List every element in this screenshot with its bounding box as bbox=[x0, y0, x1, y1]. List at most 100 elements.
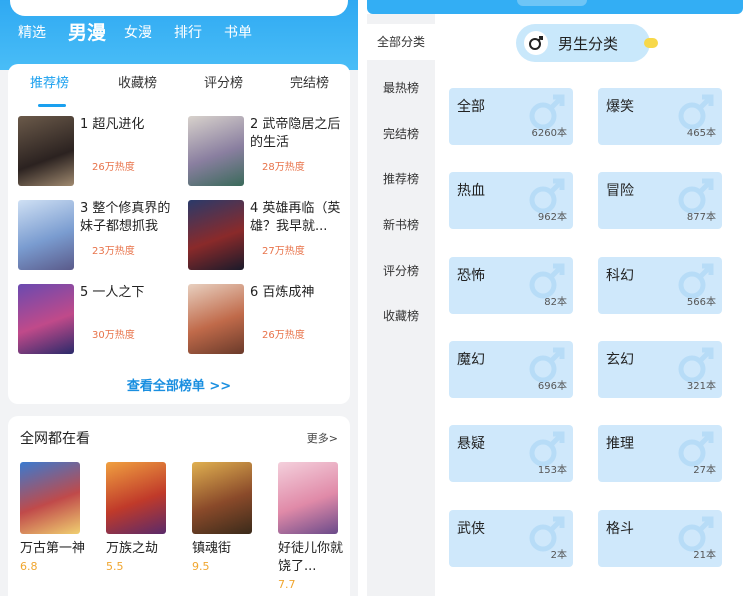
section-title: 全网都在看 bbox=[20, 431, 90, 447]
category-name: 格斗 bbox=[606, 521, 634, 537]
side-nav-recommended[interactable]: 推荐榜 bbox=[367, 170, 435, 187]
rank-number: 3 bbox=[80, 201, 89, 216]
rank-title: 百炼成神 bbox=[262, 285, 315, 300]
category-count: 465本 bbox=[686, 128, 716, 139]
category-card[interactable]: 爆笑 465本 bbox=[598, 88, 722, 145]
comic-cover-image bbox=[192, 462, 252, 534]
rank-heat: 26万热度 bbox=[262, 330, 305, 341]
category-count: 962本 bbox=[537, 212, 567, 223]
side-nav-new-books[interactable]: 新书榜 bbox=[367, 216, 435, 233]
rank-item-text: 2 武帝隐居之后的生活 bbox=[250, 116, 350, 152]
top-tab-bar: 精选 男漫 女漫 排行 书单 bbox=[18, 22, 274, 44]
tab-featured[interactable]: 精选 bbox=[18, 22, 46, 44]
trending-item[interactable]: 万古第一神 6.8 bbox=[20, 462, 92, 573]
side-nav-completed[interactable]: 完结榜 bbox=[367, 125, 435, 142]
tab-female-comics[interactable]: 女漫 bbox=[124, 22, 152, 44]
comic-score: 5.5 bbox=[106, 560, 124, 573]
category-card[interactable]: 热血 962本 bbox=[449, 172, 573, 229]
comic-score: 9.5 bbox=[192, 560, 210, 573]
comic-title: 万族之劫 bbox=[106, 541, 159, 556]
category-count: 82本 bbox=[544, 297, 567, 308]
rank-item[interactable]: 5 一人之下 30万热度 bbox=[18, 284, 183, 356]
search-bar[interactable] bbox=[10, 0, 348, 16]
rank-number: 4 bbox=[250, 201, 259, 216]
category-name: 悬疑 bbox=[457, 436, 485, 452]
tab-favorites-rank[interactable]: 收藏榜 bbox=[118, 72, 157, 91]
trending-item[interactable]: 好徒儿你就饶了... 7.7 bbox=[278, 462, 350, 591]
tab-recommend-rank[interactable]: 推荐榜 bbox=[30, 72, 69, 91]
rank-heat: 23万热度 bbox=[92, 246, 135, 257]
tab-male-comics[interactable]: 男漫 bbox=[68, 22, 106, 44]
category-name: 爆笑 bbox=[606, 99, 634, 115]
category-count: 2本 bbox=[550, 550, 567, 561]
category-name: 科幻 bbox=[606, 268, 634, 284]
category-card[interactable]: 科幻 566本 bbox=[598, 257, 722, 314]
comic-cover-image bbox=[188, 284, 244, 354]
comic-score: 7.7 bbox=[278, 578, 296, 591]
category-count: 696本 bbox=[537, 381, 567, 392]
gender-category-label: 男生分类 bbox=[558, 35, 619, 53]
comic-title: 镇魂街 bbox=[192, 541, 232, 556]
tab-rating-rank[interactable]: 评分榜 bbox=[204, 72, 243, 91]
category-name: 武侠 bbox=[457, 521, 485, 537]
category-count: 6260本 bbox=[531, 128, 567, 139]
category-card[interactable]: 格斗 21本 bbox=[598, 510, 722, 567]
comic-cover-image bbox=[18, 200, 74, 270]
category-count: 566本 bbox=[686, 297, 716, 308]
trending-card: 全网都在看 更多> 万古第一神 6.8 万族之劫 5.5 镇魂街 9.5 好徒儿… bbox=[8, 416, 350, 596]
gender-category-toggle[interactable]: 男生分类 bbox=[516, 24, 650, 62]
category-count: 321本 bbox=[686, 381, 716, 392]
tab-completed-rank[interactable]: 完结榜 bbox=[290, 72, 329, 91]
rank-item[interactable]: 3 整个修真界的妹子都想抓我 23万热度 bbox=[18, 200, 183, 272]
category-name: 玄幻 bbox=[606, 352, 634, 368]
category-name: 推理 bbox=[606, 436, 634, 452]
category-card[interactable]: 魔幻 696本 bbox=[449, 341, 573, 398]
active-tab-indicator bbox=[38, 104, 66, 107]
rank-heat: 26万热度 bbox=[92, 162, 135, 173]
see-all-rankings-link[interactable]: 查看全部榜单 >> bbox=[8, 375, 350, 394]
category-count: 21本 bbox=[693, 550, 716, 561]
more-link[interactable]: 更多> bbox=[307, 430, 338, 446]
rank-heat: 28万热度 bbox=[262, 162, 305, 173]
rank-item[interactable]: 2 武帝隐居之后的生活 28万热度 bbox=[188, 116, 353, 188]
rank-item-text: 5 一人之下 bbox=[80, 284, 180, 302]
rank-item[interactable]: 1 超凡进化 26万热度 bbox=[18, 116, 183, 188]
comic-cover-image bbox=[188, 116, 244, 186]
rank-item-text: 3 整个修真界的妹子都想抓我 bbox=[80, 200, 180, 236]
trending-item[interactable]: 万族之劫 5.5 bbox=[106, 462, 178, 573]
comic-cover-image bbox=[18, 116, 74, 186]
category-card[interactable]: 全部 6260本 bbox=[449, 88, 573, 145]
comic-cover-image bbox=[20, 462, 80, 534]
ranking-tab-bar: 推荐榜 收藏榜 评分榜 完结榜 bbox=[8, 72, 350, 107]
rank-number: 2 bbox=[250, 117, 259, 132]
trending-item[interactable]: 镇魂街 9.5 bbox=[192, 462, 264, 573]
category-card[interactable]: 推理 27本 bbox=[598, 425, 722, 482]
side-nav-favorites[interactable]: 收藏榜 bbox=[367, 307, 435, 324]
rank-title: 武帝隐居之后的生活 bbox=[250, 117, 341, 150]
tab-booklists[interactable]: 书单 bbox=[224, 22, 252, 44]
category-side-nav: 全部分类 最热榜 完结榜 推荐榜 新书榜 评分榜 收藏榜 bbox=[367, 14, 435, 596]
category-card[interactable]: 武侠 2本 bbox=[449, 510, 573, 567]
tab-rankings[interactable]: 排行 bbox=[174, 22, 202, 44]
category-card[interactable]: 悬疑 153本 bbox=[449, 425, 573, 482]
comic-cover-image bbox=[278, 462, 338, 534]
comic-cover-image bbox=[18, 284, 74, 354]
side-nav-hottest[interactable]: 最热榜 bbox=[367, 79, 435, 96]
rank-item-text: 1 超凡进化 bbox=[80, 116, 180, 134]
rank-item[interactable]: 4 英雄再临（英雄？我早就... 27万热度 bbox=[188, 200, 353, 272]
category-card[interactable]: 玄幻 321本 bbox=[598, 341, 722, 398]
rank-number: 6 bbox=[250, 285, 259, 300]
rank-heat: 27万热度 bbox=[262, 246, 305, 257]
side-nav-rating[interactable]: 评分榜 bbox=[367, 262, 435, 279]
category-card[interactable]: 冒险 877本 bbox=[598, 172, 722, 229]
top-header bbox=[367, 0, 743, 14]
rank-item-text: 6 百炼成神 bbox=[250, 284, 350, 302]
category-card[interactable]: 恐怖 82本 bbox=[449, 257, 573, 314]
rank-title: 整个修真界的妹子都想抓我 bbox=[80, 201, 171, 234]
category-name: 魔幻 bbox=[457, 352, 485, 368]
rank-item[interactable]: 6 百炼成神 26万热度 bbox=[188, 284, 353, 356]
side-nav-all-categories[interactable]: 全部分类 bbox=[367, 24, 435, 60]
category-name: 热血 bbox=[457, 183, 485, 199]
comic-title: 万古第一神 bbox=[20, 541, 86, 556]
male-symbol-icon bbox=[524, 31, 548, 55]
